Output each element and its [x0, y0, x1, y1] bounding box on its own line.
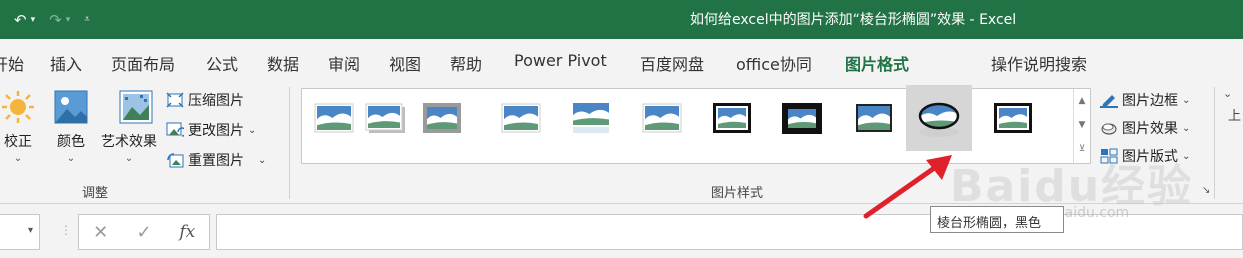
picture-effects-button[interactable]: 图片效果 ⌄	[1100, 117, 1190, 139]
collapsed-group-chevron-icon[interactable]: ⌄	[1223, 87, 1232, 100]
annotation-arrow	[863, 155, 952, 219]
tab-review[interactable]: 审阅	[328, 51, 360, 75]
redo-dropdown-icon[interactable]: ▾	[66, 15, 71, 25]
pen-icon	[1100, 95, 1118, 108]
cancel-icon[interactable]: ✕	[79, 222, 122, 243]
picture-thumbnail-icon	[501, 103, 541, 133]
color-label: 颜色	[57, 134, 85, 150]
reset-picture-button[interactable]: 重置图片 ⌄	[166, 149, 266, 171]
corrections-button[interactable]: 校正 ⌄	[0, 89, 36, 164]
tab-power-pivot[interactable]: Power Pivot	[514, 51, 607, 70]
tab-view[interactable]: 视图	[389, 51, 421, 75]
chevron-down-icon: ⌄	[13, 153, 23, 164]
picture-style-oval[interactable]	[906, 85, 972, 151]
name-box[interactable]: ▾	[0, 214, 40, 250]
picture-style-blackframe[interactable]	[702, 85, 762, 151]
chevron-down-icon: ⌄	[1182, 94, 1191, 106]
sun-icon	[2, 91, 34, 123]
reset-picture-icon	[167, 153, 184, 168]
ribbon-tabs: 开始 插入 页面布局 公式 数据 审阅 视图 帮助 Power Pivot 百度…	[0, 39, 1243, 113]
picture-border-button[interactable]: 图片边框 ⌄	[1100, 89, 1190, 111]
picture-style-thickframe[interactable]	[412, 85, 472, 151]
picture-style-softedge[interactable]	[632, 85, 692, 151]
compress-icon	[166, 92, 184, 108]
change-picture-icon	[166, 122, 184, 137]
insert-function-button[interactable]: fx	[166, 222, 209, 242]
picture-thumbnail-icon	[918, 102, 960, 137]
tab-baidu-netdisk[interactable]: 百度网盘	[640, 51, 704, 75]
change-picture-button[interactable]: 更改图片 ⌄	[166, 119, 256, 141]
picture-style-shadow[interactable]	[355, 85, 415, 151]
picture-style-reflect[interactable]	[561, 85, 621, 151]
compress-label: 压缩图片	[188, 93, 244, 109]
adjust-group-label: 调整	[82, 186, 109, 201]
artistic-effects-icon	[119, 90, 152, 124]
title-bar: ↶ ▾ ↷ ▾ ⩡ 如何给excel中的图片添加“棱台形椭圆”效果 - Exce…	[0, 0, 1243, 39]
arrange-group-label: 上	[1228, 109, 1242, 124]
tab-help[interactable]: 帮助	[450, 51, 482, 75]
redo-icon[interactable]: ↷	[49, 11, 62, 29]
dialog-launcher-icon[interactable]: ↘	[1202, 185, 1210, 196]
undo-icon[interactable]: ↶	[14, 11, 27, 29]
gallery-scroll-down-icon[interactable]: ▼	[1074, 113, 1090, 137]
tab-picture-format[interactable]: 图片格式	[845, 51, 910, 84]
picture-thumbnail-icon	[994, 103, 1032, 133]
picture-thumbnail-icon	[713, 103, 751, 133]
chevron-down-icon: ⌄	[66, 153, 76, 164]
formula-buttons: ✕ ✓ fx	[78, 214, 210, 250]
picture-thumbnail-icon	[314, 103, 354, 133]
tab-page-layout[interactable]: 页面布局	[111, 51, 175, 75]
window-title: 如何给excel中的图片添加“棱台形椭圆”效果 - Excel	[690, 12, 1017, 28]
picture-style-soft[interactable]	[491, 85, 551, 151]
picture-style-doubleframe[interactable]	[983, 85, 1043, 151]
tell-me-search[interactable]: 操作说明搜索	[991, 51, 1087, 75]
tab-data[interactable]: 数据	[267, 51, 299, 75]
tab-office-collab[interactable]: office协同	[736, 51, 812, 75]
effects-icon	[1101, 123, 1117, 135]
picture-thumbnail-icon	[856, 104, 892, 132]
qat-dropdown-icon[interactable]: ⩡	[84, 14, 90, 25]
tab-formulas[interactable]: 公式	[206, 51, 238, 75]
picture-color-icon	[54, 90, 88, 124]
enter-icon[interactable]: ✓	[122, 222, 165, 243]
picture-effects-label: 图片效果	[1122, 121, 1178, 137]
picture-thumbnail-icon	[642, 103, 682, 133]
quick-access-toolbar: ↶ ▾ ↷ ▾ ⩡	[0, 0, 90, 39]
chevron-down-icon: ⌄	[248, 124, 257, 136]
picture-style-thinframe[interactable]	[844, 85, 904, 151]
picture-border-label: 图片边框	[1122, 93, 1178, 109]
compress-pictures-button[interactable]: 压缩图片	[166, 89, 244, 111]
picture-thumbnail-icon	[782, 103, 822, 134]
picture-thumbnail-icon	[365, 103, 405, 133]
chevron-down-icon: ⌄	[1182, 122, 1191, 134]
chevron-down-icon: ⌄	[124, 153, 134, 164]
tab-insert[interactable]: 插入	[50, 51, 82, 75]
picture-thumbnail-icon	[573, 103, 609, 133]
picture-styles-group-label: 图片样式	[711, 186, 764, 201]
undo-dropdown-icon[interactable]: ▾	[31, 15, 36, 25]
reset-picture-label: 重置图片	[188, 153, 244, 169]
chevron-down-icon: ▾	[27, 225, 33, 236]
picture-style-blackshadow[interactable]	[772, 85, 832, 151]
tab-home[interactable]: 开始	[0, 51, 24, 75]
change-picture-label: 更改图片	[188, 123, 244, 139]
picture-thumbnail-icon	[423, 103, 461, 133]
color-button[interactable]: 颜色 ⌄	[52, 89, 90, 164]
corrections-label: 校正	[4, 134, 32, 150]
chevron-down-icon: ⌄	[258, 154, 267, 166]
gallery-scroll-up-icon[interactable]: ▲	[1074, 89, 1090, 113]
group-separator	[289, 87, 290, 199]
artistic-effects-label: 艺术效果	[101, 134, 157, 150]
artistic-effects-button[interactable]: 艺术效果 ⌄	[98, 89, 160, 164]
group-separator	[1214, 87, 1215, 199]
formula-bar-grip-icon[interactable]: ⋮	[60, 223, 72, 237]
